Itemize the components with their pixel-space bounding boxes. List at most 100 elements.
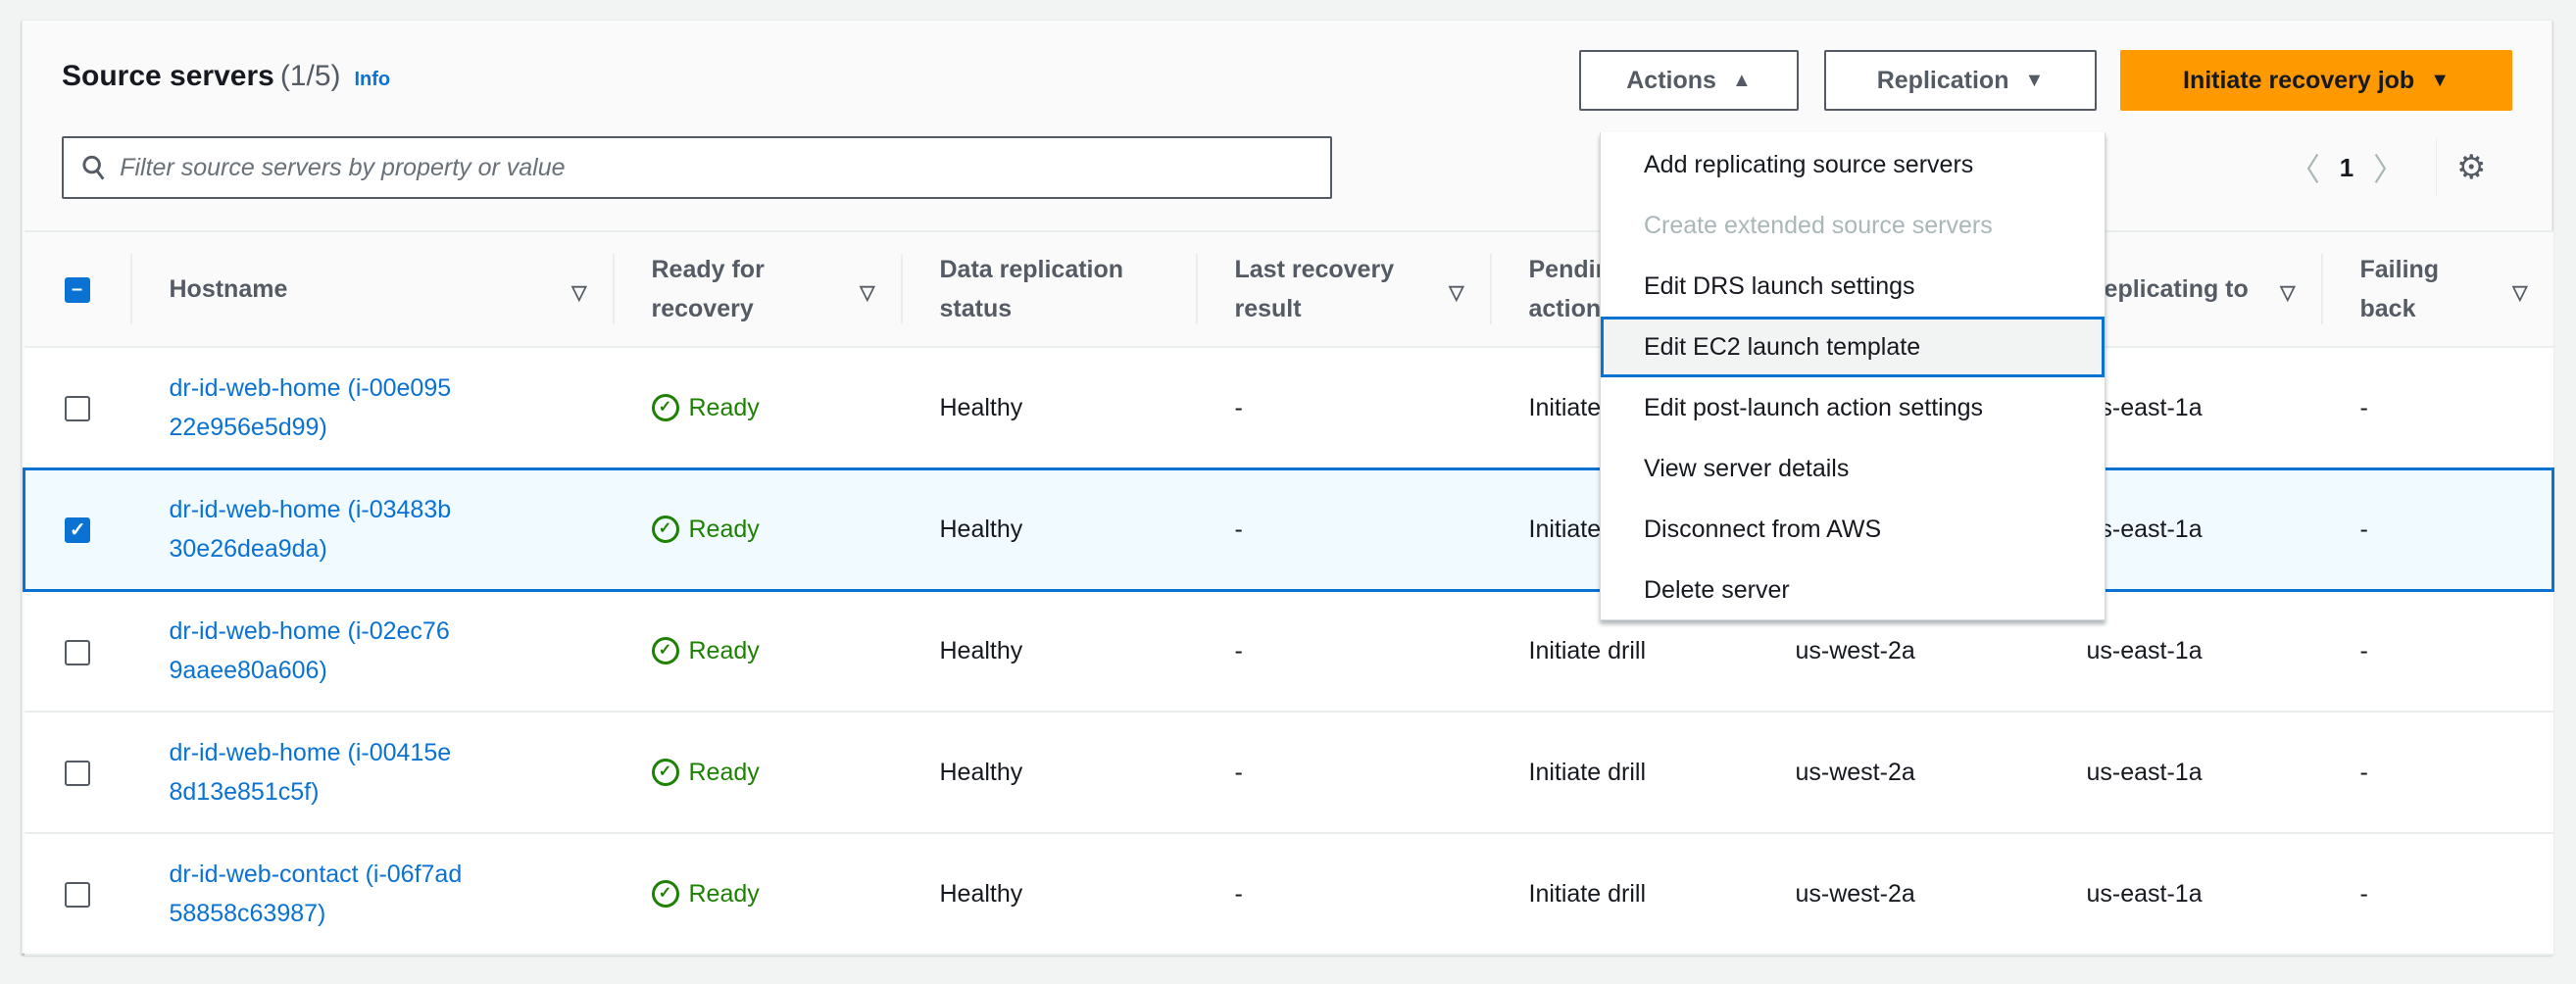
row-checkbox[interactable]	[24, 833, 130, 956]
table-row[interactable]: dr-id-web-contact (i-06f7ad58858c63987) ✓…	[24, 833, 2553, 956]
ready-cell: ✓ Ready	[612, 467, 901, 592]
column-divider	[1195, 254, 1198, 324]
ready-status: Ready	[688, 759, 760, 786]
column-header-last-recovery-result[interactable]: Last recovery result ▽	[1195, 230, 1490, 348]
ready-cell: ✓ Ready	[612, 833, 901, 956]
column-divider	[900, 254, 903, 324]
failing-cell: -	[2320, 467, 2554, 592]
actions-label: Actions	[1626, 66, 1716, 94]
table-row[interactable]: dr-id-web-home (i-02ec769aaee80a606) ✓ Rea…	[24, 590, 2553, 713]
to-cell: us-east-1a	[2047, 712, 2321, 834]
search-icon	[82, 155, 105, 180]
ready-cell: ✓ Ready	[612, 590, 901, 713]
hostname-link[interactable]: dr-id-web-home (i-00e09522e956e5d99)	[170, 369, 464, 447]
pending-cell: Initiate drill	[1489, 833, 1757, 956]
status-cell: Healthy	[900, 712, 1196, 834]
caret-down-icon: ▼	[2430, 69, 2450, 91]
hostname-link[interactable]: dr-id-web-home (i-00415e8d13e851c5f)	[170, 733, 464, 812]
column-label: Hostname	[169, 275, 288, 303]
sort-icon[interactable]: ▽	[2512, 273, 2527, 313]
hostname-cell: dr-id-web-home (i-00e09522e956e5d99)	[129, 347, 613, 469]
actions-dropdown-menu: Add replicating source servers Create ext…	[1600, 132, 2105, 620]
column-divider	[1489, 254, 1492, 324]
pagination: 〈 1 〉 ⚙	[2277, 139, 2486, 196]
check-circle-icon: ✓	[651, 393, 679, 421]
column-header-data-replication-status[interactable]: Data replication status	[900, 230, 1196, 348]
sort-icon[interactable]: ▽	[571, 273, 586, 313]
hostname-cell: dr-id-web-home (i-03483b30e26dea9da)	[129, 467, 613, 592]
column-header-hostname[interactable]: Hostname ▽	[129, 230, 613, 348]
gear-icon[interactable]: ⚙	[2456, 148, 2486, 187]
select-all-checkbox[interactable]: –	[24, 230, 130, 348]
hostname-link[interactable]: dr-id-web-contact (i-06f7ad58858c63987)	[170, 855, 464, 933]
last-cell: -	[1195, 833, 1490, 956]
last-cell: -	[1195, 590, 1490, 713]
search-input[interactable]	[120, 153, 1330, 182]
next-page-icon[interactable]: 〉	[2361, 145, 2416, 190]
replication-button[interactable]: Replication ▼	[1824, 50, 2097, 111]
table-row[interactable]: ✓ dr-id-web-home (i-03483b30e26dea9da) ✓ Re…	[23, 467, 2554, 592]
sort-icon[interactable]: ▽	[2280, 273, 2295, 313]
menu-item-edit-ec2-launch-template[interactable]: Edit EC2 launch template	[1601, 317, 2105, 377]
menu-item-edit-post-launch-action-settings[interactable]: Edit post-launch action settings	[1601, 377, 2105, 438]
failing-cell: -	[2320, 833, 2553, 956]
ready-cell: ✓ Ready	[612, 347, 901, 469]
hostname-cell: dr-id-web-home (i-02ec769aaee80a606)	[129, 590, 613, 713]
status-cell: Healthy	[900, 590, 1196, 713]
menu-item-create-extended-source-servers: Create extended source servers	[1644, 211, 1993, 239]
check-circle-icon: ✓	[651, 516, 679, 543]
source-servers-panel: Source servers (1/5) Info Actions ▲ Replica…	[22, 20, 2554, 956]
ready-status: Ready	[688, 516, 760, 543]
hostname-link[interactable]: dr-id-web-home (i-03483b30e26dea9da)	[170, 490, 464, 568]
title-text: Source servers	[62, 60, 274, 92]
ready-cell: ✓ Ready	[612, 712, 901, 834]
search-field[interactable]	[62, 136, 1332, 199]
initiate-recovery-job-button[interactable]: Initiate recovery job ▼	[2120, 50, 2512, 111]
ready-status: Ready	[688, 637, 760, 665]
prev-page-icon[interactable]: 〈	[2277, 145, 2332, 190]
hostname-link[interactable]: dr-id-web-home (i-02ec769aaee80a606)	[170, 612, 464, 690]
row-checkbox[interactable]	[24, 712, 130, 834]
last-cell: -	[1195, 347, 1490, 469]
column-header-failing-back[interactable]: Failing back ▽	[2320, 230, 2553, 348]
row-checkbox[interactable]	[24, 347, 130, 469]
column-divider	[612, 254, 615, 324]
table-row[interactable]: dr-id-web-home (i-00415e8d13e851c5f) ✓ Rea…	[24, 712, 2553, 834]
menu-item-disconnect-from-aws[interactable]: Disconnect from AWS	[1601, 499, 2105, 560]
row-checkbox[interactable]	[24, 590, 130, 713]
actions-button[interactable]: Actions ▲	[1579, 50, 1799, 111]
initiate-label: Initiate recovery job	[2183, 66, 2415, 94]
last-cell: -	[1195, 467, 1490, 592]
source-servers-table: – Hostname ▽ Ready for recovery ▽ Data repli…	[23, 230, 2554, 956]
failing-cell: -	[2320, 347, 2553, 469]
table-row[interactable]: dr-id-web-home (i-00e09522e956e5d99) ✓ Rea…	[24, 347, 2553, 469]
info-link[interactable]: Info	[355, 69, 391, 90]
hostname-cell: dr-id-web-contact (i-06f7ad58858c63987)	[129, 833, 613, 956]
failing-cell: -	[2320, 590, 2553, 713]
from-cell: us-west-2a	[1756, 712, 2048, 834]
divider	[2436, 139, 2437, 196]
check-circle-icon: ✓	[651, 637, 679, 665]
status-cell: Healthy	[900, 467, 1196, 592]
menu-item-delete-server[interactable]: Delete server	[1601, 560, 2105, 620]
page-title: Source servers (1/5) Info	[62, 60, 390, 93]
ready-status: Ready	[688, 880, 760, 908]
current-page[interactable]: 1	[2332, 153, 2361, 183]
caret-down-icon: ▼	[2024, 69, 2045, 91]
column-divider	[129, 254, 132, 324]
menu-item-edit-drs-launch-settings[interactable]: Edit DRS launch settings	[1601, 256, 2105, 317]
check-circle-icon: ✓	[651, 880, 679, 908]
replication-label: Replication	[1876, 66, 2009, 94]
row-checkbox[interactable]: ✓	[23, 467, 130, 592]
column-label: Data replication status	[939, 256, 1124, 322]
last-cell: -	[1195, 712, 1490, 834]
sort-icon[interactable]: ▽	[1449, 273, 1463, 313]
menu-item-add-replicating-source-servers[interactable]: Add replicating source servers	[1601, 134, 2105, 195]
sort-icon[interactable]: ▽	[860, 273, 874, 313]
menu-item-view-server-details[interactable]: View server details	[1601, 438, 2105, 499]
column-header-ready-for-recovery[interactable]: Ready for recovery ▽	[612, 230, 901, 348]
pending-cell: Initiate drill	[1489, 712, 1757, 834]
status-cell: Healthy	[900, 347, 1196, 469]
ready-status: Ready	[688, 393, 760, 421]
to-cell: us-east-1a	[2047, 833, 2321, 956]
